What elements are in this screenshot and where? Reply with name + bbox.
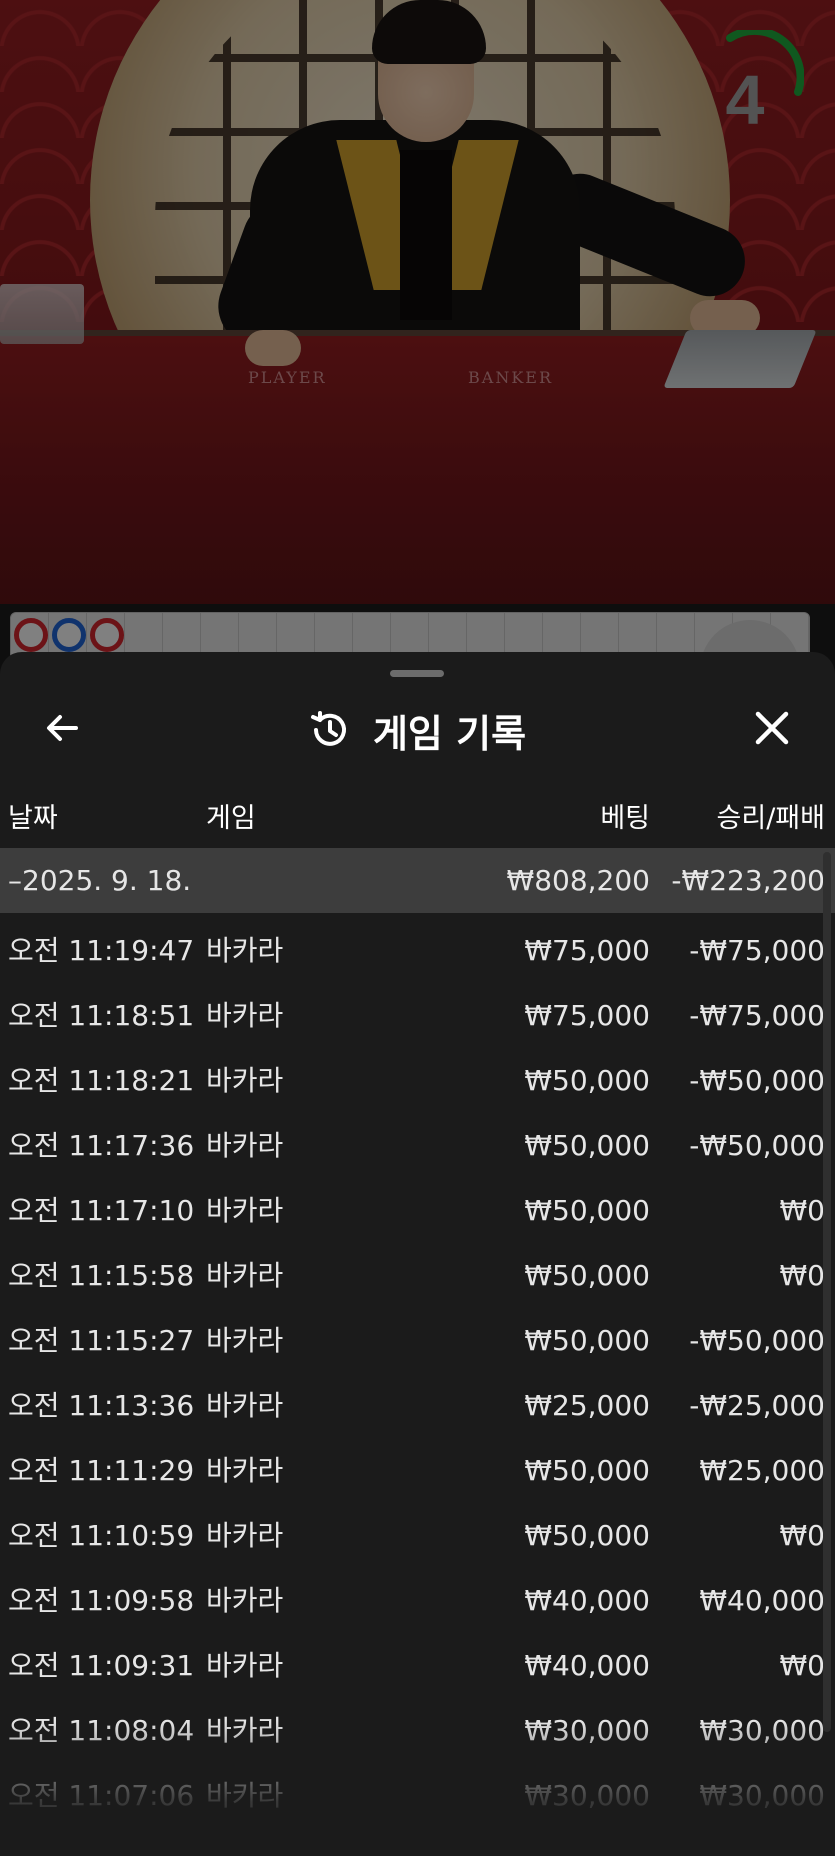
- countdown-number: 4: [725, 61, 765, 139]
- history-row[interactable]: 오전 11:18:51 바카라 ₩75,000 -₩75,000: [0, 983, 835, 1048]
- history-row[interactable]: 오전 11:18:21 바카라 ₩50,000 -₩50,000: [0, 1048, 835, 1113]
- row-bet: ₩50,000: [524, 1129, 650, 1162]
- dealer-shirt: [400, 150, 452, 320]
- row-result: -₩25,000: [689, 1389, 825, 1422]
- history-row[interactable]: 오전 11:08:04 바카라 ₩30,000 ₩30,000: [0, 1698, 835, 1763]
- row-result: ₩0: [779, 1519, 826, 1552]
- history-row[interactable]: 오전 11:19:47 바카라 ₩75,000 -₩75,000: [0, 918, 835, 983]
- sheet-title: 게임 기록: [372, 711, 527, 756]
- history-row[interactable]: 오전 11:07:06 바카라 ₩30,000 ₩30,000: [0, 1763, 835, 1828]
- history-row[interactable]: 오전 11:09:31 바카라 ₩40,000 ₩0: [0, 1633, 835, 1698]
- row-bet: ₩50,000: [524, 1259, 650, 1292]
- row-result: ₩0: [779, 1194, 826, 1227]
- row-result: ₩30,000: [699, 1779, 825, 1812]
- row-time: 오전 11:07:06: [8, 1779, 195, 1812]
- row-game: 바카라: [206, 1649, 284, 1682]
- row-bet: ₩50,000: [524, 1064, 650, 1097]
- row-game: 바카라: [206, 1194, 284, 1227]
- history-row[interactable]: 오전 11:17:10 바카라 ₩50,000 ₩0: [0, 1178, 835, 1243]
- row-time: 오전 11:10:59: [8, 1519, 195, 1552]
- row-bet: ₩30,000: [524, 1779, 650, 1812]
- row-time: 오전 11:18:21: [8, 1064, 195, 1097]
- row-time: 오전 11:11:29: [8, 1454, 195, 1487]
- roadmap-bead-banker: [90, 618, 124, 652]
- row-game: 바카라: [206, 1064, 284, 1097]
- history-row[interactable]: 오전 11:10:59 바카라 ₩50,000 ₩0: [0, 1503, 835, 1568]
- row-game: 바카라: [206, 1779, 284, 1812]
- row-bet: ₩40,000: [524, 1584, 650, 1617]
- roadmap-bead-banker: [14, 618, 48, 652]
- row-time: 오전 11:15:58: [8, 1259, 195, 1292]
- discard-tray: [0, 284, 84, 344]
- column-header-result: 승리/패배: [716, 803, 825, 834]
- row-time: 오전 11:17:36: [8, 1129, 195, 1162]
- drag-handle[interactable]: [390, 670, 444, 677]
- row-time: 오전 11:09:31: [8, 1649, 195, 1682]
- row-game: 바카라: [206, 1584, 284, 1617]
- column-header-bet: 베팅: [600, 803, 650, 834]
- summary-result-total: -₩223,200: [671, 864, 825, 897]
- history-clock-icon: [310, 711, 346, 746]
- row-result: -₩50,000: [689, 1129, 825, 1162]
- row-result: ₩25,000: [699, 1454, 825, 1487]
- row-result: -₩75,000: [689, 934, 825, 967]
- row-game: 바카라: [206, 1454, 284, 1487]
- row-result: -₩50,000: [689, 1324, 825, 1357]
- row-game: 바카라: [206, 1519, 284, 1552]
- dealer-hand-left: [245, 330, 301, 366]
- roadmap-bead-player: [52, 618, 86, 652]
- row-time: 오전 11:08:04: [8, 1714, 195, 1747]
- row-result: ₩30,000: [699, 1714, 825, 1747]
- row-bet: ₩75,000: [524, 999, 650, 1032]
- row-game: 바카라: [206, 1324, 284, 1357]
- date-summary-row[interactable]: –2025. 9. 18. ₩808,200 -₩223,200: [0, 848, 835, 913]
- summary-date: –2025. 9. 18.: [8, 864, 192, 897]
- row-game: 바카라: [206, 934, 284, 967]
- row-result: ₩40,000: [699, 1584, 825, 1617]
- history-scrollbar[interactable]: [823, 852, 831, 1732]
- row-game: 바카라: [206, 1259, 284, 1292]
- live-video: PLAYER BANKER 4: [0, 0, 835, 604]
- row-game: 바카라: [206, 1389, 284, 1422]
- table-label-player: PLAYER: [248, 368, 327, 387]
- row-game: 바카라: [206, 1129, 284, 1162]
- sheet-header: 게임 기록: [0, 702, 835, 758]
- row-game: 바카라: [206, 999, 284, 1032]
- history-row[interactable]: 오전 11:11:29 바카라 ₩50,000 ₩25,000: [0, 1438, 835, 1503]
- row-bet: ₩50,000: [524, 1519, 650, 1552]
- history-row[interactable]: 오전 11:15:27 바카라 ₩50,000 -₩50,000: [0, 1308, 835, 1373]
- row-result: ₩0: [779, 1259, 826, 1292]
- column-header-date: 날짜: [8, 803, 58, 834]
- history-row[interactable]: 오전 11:09:58 바카라 ₩40,000 ₩40,000: [0, 1568, 835, 1633]
- row-time: 오전 11:19:47: [8, 934, 195, 967]
- row-time: 오전 11:18:51: [8, 999, 195, 1032]
- row-time: 오전 11:13:36: [8, 1389, 195, 1422]
- row-bet: ₩40,000: [524, 1649, 650, 1682]
- row-bet: ₩50,000: [524, 1324, 650, 1357]
- summary-bet-total: ₩808,200: [506, 864, 650, 897]
- row-game: 바카라: [206, 1714, 284, 1747]
- row-result: -₩75,000: [689, 999, 825, 1032]
- row-time: 오전 11:15:27: [8, 1324, 195, 1357]
- row-time: 오전 11:17:10: [8, 1194, 195, 1227]
- row-time: 오전 11:09:58: [8, 1584, 195, 1617]
- row-bet: ₩30,000: [524, 1714, 650, 1747]
- history-row[interactable]: 오전 11:15:58 바카라 ₩50,000 ₩0: [0, 1243, 835, 1308]
- table-label-banker: BANKER: [468, 368, 553, 387]
- close-x-icon: [755, 711, 789, 745]
- history-row[interactable]: 오전 11:17:36 바카라 ₩50,000 -₩50,000: [0, 1113, 835, 1178]
- row-bet: ₩50,000: [524, 1454, 650, 1487]
- row-result: -₩50,000: [689, 1064, 825, 1097]
- row-bet: ₩75,000: [524, 934, 650, 967]
- card-shoe: [663, 330, 817, 388]
- row-bet: ₩50,000: [524, 1194, 650, 1227]
- column-header-game: 게임: [206, 803, 256, 834]
- row-bet: ₩25,000: [524, 1389, 650, 1422]
- row-result: ₩0: [779, 1649, 826, 1682]
- history-row[interactable]: 오전 11:13:36 바카라 ₩25,000 -₩25,000: [0, 1373, 835, 1438]
- close-button[interactable]: [742, 698, 802, 758]
